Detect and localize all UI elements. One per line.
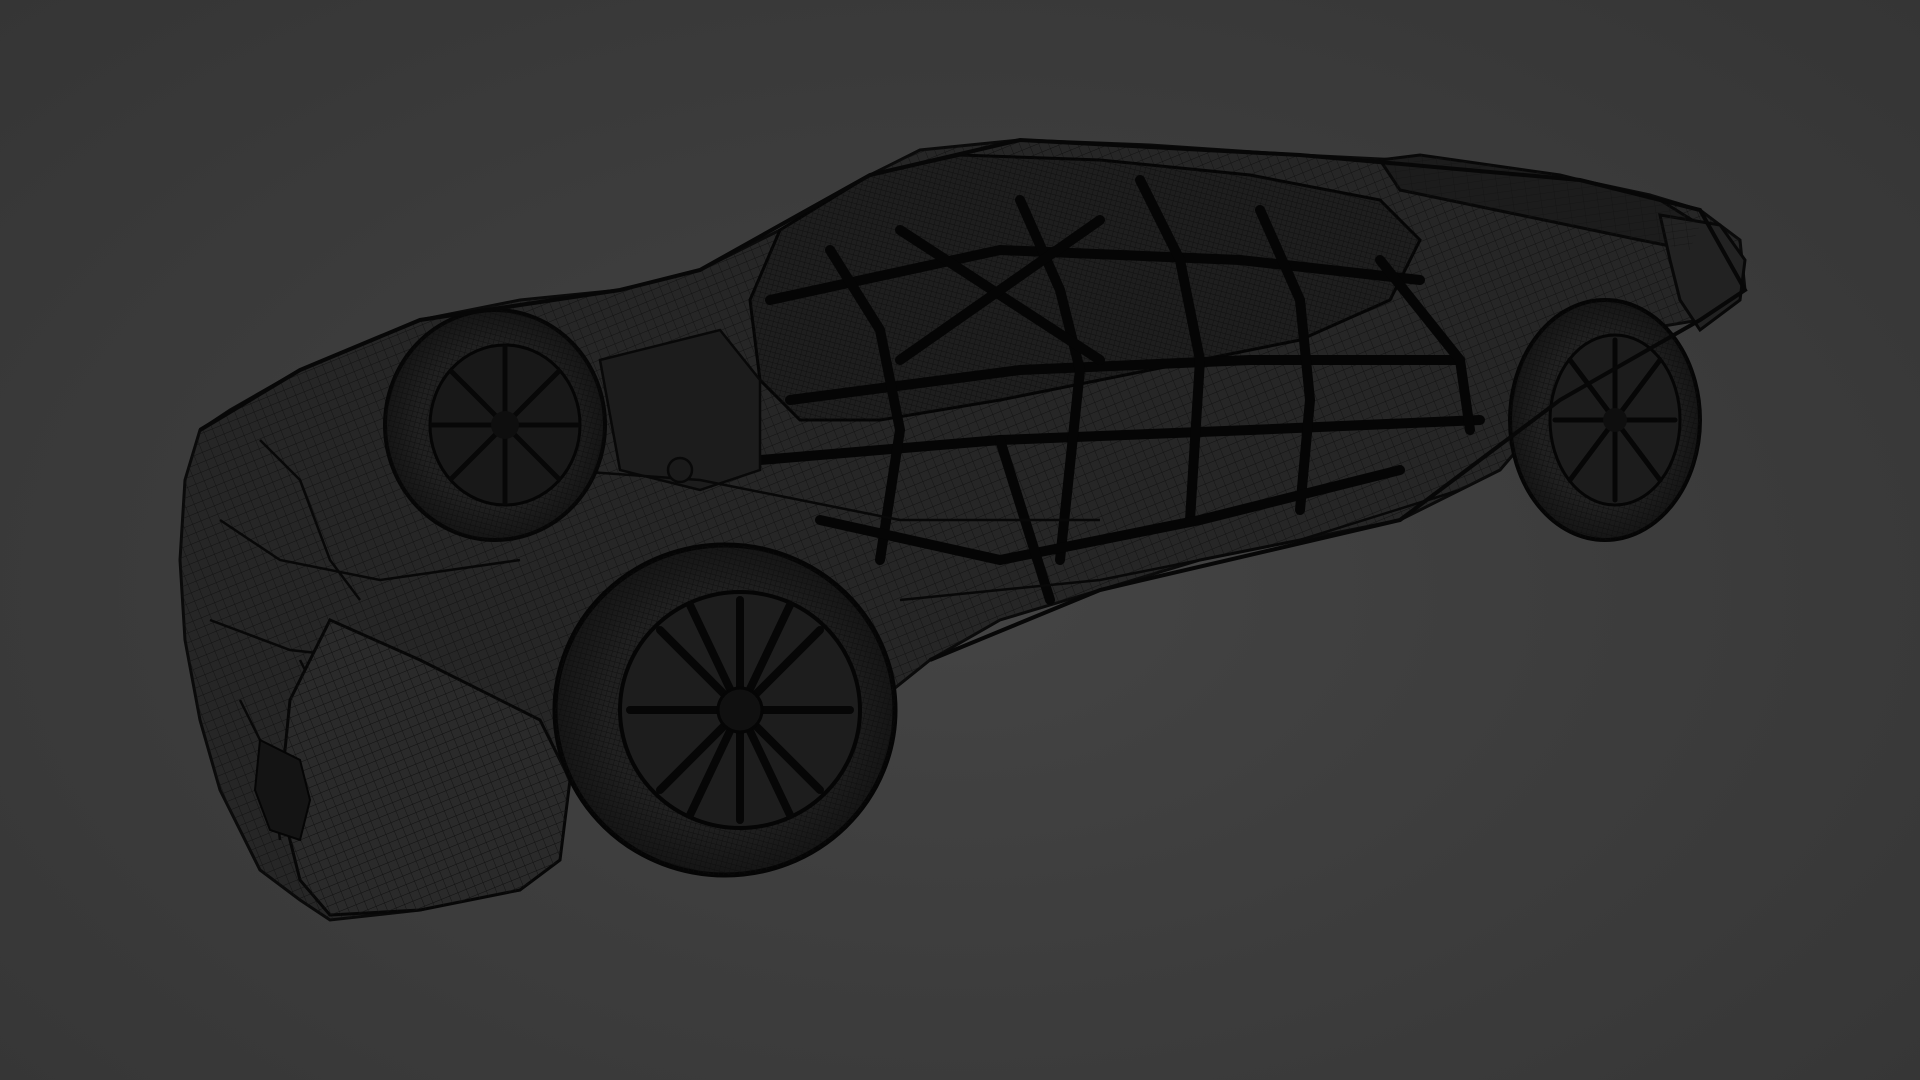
3d-viewport[interactable] (0, 0, 1920, 1080)
car-wireframe-model[interactable] (0, 0, 1920, 1080)
wheel-front-far (383, 308, 607, 542)
wheel-front-near (552, 542, 898, 878)
